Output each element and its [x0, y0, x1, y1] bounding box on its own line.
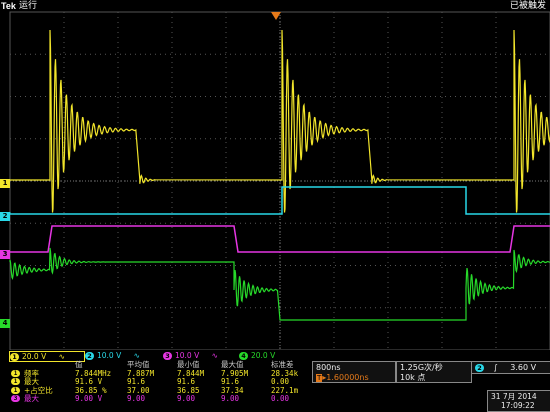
date: 31 7月 2014	[491, 392, 537, 401]
measurement-row[interactable]: 1 +占空比 36.85 % 37.00 36.85 37.34 227.1m	[11, 386, 311, 395]
waveform-display	[9, 11, 550, 350]
run-status[interactable]: 运行	[19, 0, 37, 12]
measurement-source-badge: 1	[11, 378, 20, 386]
ch2-scale-readout[interactable]: 2 10.0 V ∿	[85, 351, 159, 360]
ch3-scale: 10.0 V	[175, 351, 200, 360]
ch4-scale: 20.0 V	[251, 351, 276, 360]
channel-scale-bar: 1 20.0 V ∿ 2 10.0 V ∿ 3 10.0 V ∿ 4 20.0 V	[9, 351, 311, 362]
measurement-value: 0.00	[271, 393, 290, 403]
rising-edge-icon: ∫	[493, 363, 498, 372]
acquisition-box[interactable]: 1.25G次/秒 10k 点	[396, 361, 472, 383]
ch2-coupling-icon: ∿	[133, 351, 140, 360]
measurement-row[interactable]: 1 最大 91.6 V 91.6 91.6 91.6 0.00	[11, 377, 311, 386]
time: 17:09:22	[501, 401, 535, 410]
ch2-scale: 10.0 V	[97, 351, 122, 360]
status-bar: Tek 运行 已被触发	[0, 0, 550, 12]
trigger-position: 1.60000ns	[326, 373, 369, 382]
ch1-badge: 1	[10, 353, 19, 361]
ch1-ground-marker[interactable]: 1	[0, 179, 10, 188]
trigger-level: 3.60 V	[510, 363, 537, 372]
timebase-box[interactable]: 800ns T▸1.60000ns	[312, 361, 396, 383]
ch3-scale-readout[interactable]: 3 10.0 V ∿	[163, 351, 237, 360]
measurement-value: 9.00	[177, 393, 196, 403]
record-length: 10k 点	[400, 373, 426, 382]
oscilloscope-screen: { "header": { "brand": "Tek", "run_statu…	[0, 0, 550, 412]
measurement-value: 9.00	[127, 393, 146, 403]
ch1-scale: 20.0 V	[22, 352, 47, 361]
ch1-coupling-icon: ∿	[58, 352, 65, 361]
measurement-source-badge: 1	[11, 370, 20, 377]
measurement-source-badge: 1	[11, 386, 20, 394]
measurement-value: 9.00 V	[75, 393, 103, 403]
measurement-value: 9.00	[221, 393, 240, 403]
ch3-coupling-icon: ∿	[211, 351, 218, 360]
measurement-row[interactable]: 3 最大 9.00 V 9.00 9.00 9.00 0.00	[11, 393, 311, 403]
sample-rate: 1.25G次/秒	[400, 363, 443, 372]
measurement-table: 值平均值 最小值 最大值 标准差 1 频率 7.844MHz 7.887M 7.844M 7.90…	[11, 360, 311, 411]
horizontal-scale: 800ns	[316, 363, 341, 372]
measurement-header-row: 值平均值 最小值 最大值 标准差	[11, 360, 311, 369]
ch4-badge: 4	[239, 352, 248, 360]
trigger-status: 已被触发	[509, 1, 546, 11]
measurement-source-badge: 3	[11, 394, 20, 402]
ch4-scale-readout[interactable]: 4 20.0 V	[239, 351, 311, 360]
datetime-box: 31 7月 2014 17:09:22	[487, 390, 550, 412]
trigger-box[interactable]: 2 ∫ 3.60 V	[471, 361, 550, 374]
measurement-label: 最大	[24, 393, 39, 403]
brand-logo: Tek	[1, 1, 16, 11]
ch4-ground-marker[interactable]: 4	[0, 319, 10, 328]
trigger-source-badge: 2	[475, 364, 484, 372]
ch2-badge: 2	[85, 352, 94, 360]
ch2-ground-marker[interactable]: 2	[0, 212, 10, 221]
measurement-row[interactable]: 1 频率 7.844MHz 7.887M 7.844M 7.905M 28.34k	[11, 369, 311, 378]
ch3-badge: 3	[163, 352, 172, 360]
ch3-ground-marker[interactable]: 3	[0, 250, 10, 259]
